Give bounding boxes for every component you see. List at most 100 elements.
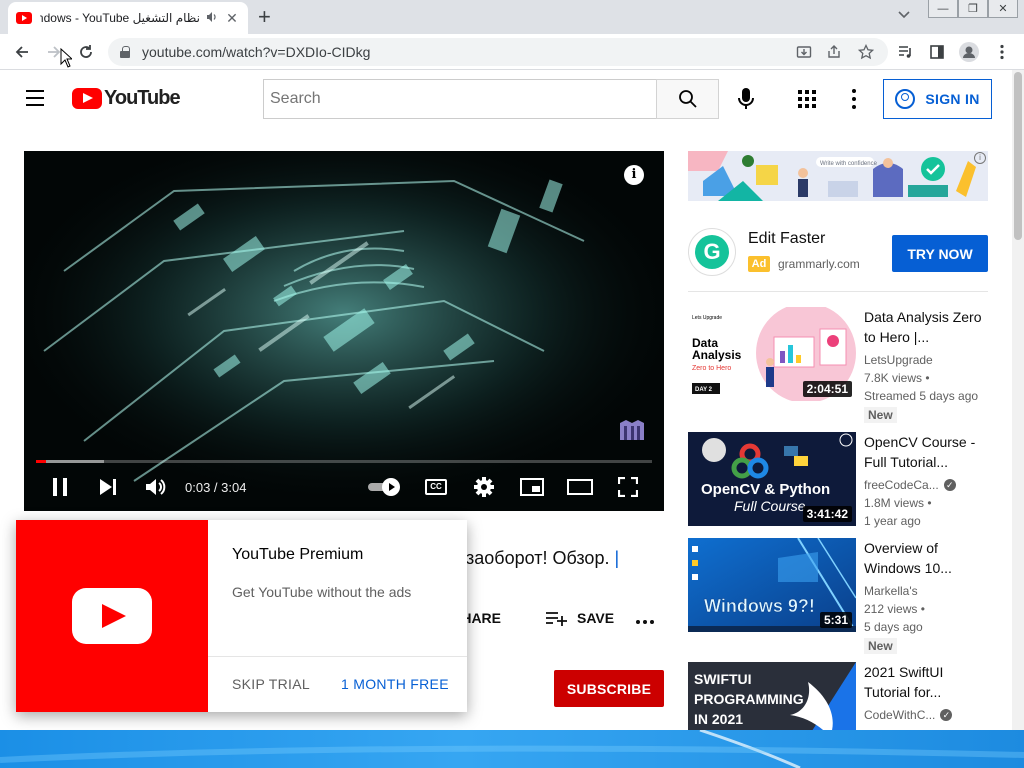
publish-age: 5 days ago	[864, 620, 923, 634]
settings-gear-icon[interactable]	[472, 475, 496, 499]
recommendation-title[interactable]: Data Analysis Zero to Hero |...	[864, 307, 988, 347]
one-month-free-button[interactable]: 1 MONTH FREE	[341, 676, 449, 692]
video-progress-bar[interactable]	[36, 460, 652, 463]
save-to-playlist-button[interactable]: SAVE	[545, 610, 614, 626]
ad-info-icon[interactable]: i	[974, 152, 986, 164]
channel-name-text: Markella's	[864, 584, 918, 598]
ad-card[interactable]: G Edit Faster Ad grammarly.com TRY NOW	[688, 228, 988, 278]
thumb-brand: Lets Upgrade	[692, 315, 722, 321]
fullscreen-icon[interactable]	[616, 475, 640, 499]
restore-icon[interactable]: ❐	[958, 0, 988, 18]
new-badge: New	[864, 638, 897, 654]
hamburger-menu-icon[interactable]	[26, 90, 46, 106]
page-scrollbar[interactable]	[1012, 70, 1024, 730]
thumb-title-line-2: PROGRAMMING	[694, 691, 804, 707]
premium-popup-title: YouTube Premium	[232, 546, 364, 563]
video-title-hashtag[interactable]: |	[614, 548, 619, 568]
recommendation-thumbnail[interactable]: SWIFTUI PROGRAMMING IN 2021	[688, 662, 856, 730]
verified-check-icon: ✓	[943, 479, 956, 491]
side-panel-icon[interactable]	[925, 40, 949, 64]
volume-icon[interactable]	[144, 475, 168, 499]
youtube-logo-large-icon	[72, 588, 152, 644]
browser-tab-strip: نظام التشغيل Windows - YouTube ✕ + — ❐ ✕	[0, 0, 1024, 34]
minimize-icon[interactable]: —	[928, 0, 958, 18]
youtube-logo[interactable]: YouTube	[72, 87, 181, 110]
bookmark-star-icon[interactable]	[854, 40, 878, 64]
video-frame	[24, 151, 664, 511]
ad-badge: Ad	[748, 256, 770, 272]
install-app-icon[interactable]	[792, 40, 816, 64]
sign-in-label: SIGN IN	[925, 91, 980, 107]
thumb-title-line-3: IN 2021	[694, 711, 743, 727]
back-arrow-icon[interactable]	[10, 40, 34, 64]
view-count: 212 views •	[864, 602, 925, 616]
sign-in-button[interactable]: SIGN IN	[883, 79, 992, 119]
time-current: 0:03	[185, 480, 211, 495]
ad-title: Edit Faster	[748, 230, 826, 247]
try-now-button[interactable]: TRY NOW	[892, 235, 988, 272]
tab-search-chevron-down-icon[interactable]	[898, 8, 910, 22]
recommendation-item[interactable]: SWIFTUI PROGRAMMING IN 2021 2021 SwiftUI…	[688, 662, 988, 730]
premium-popup-divider	[208, 656, 467, 657]
search-button[interactable]	[656, 79, 719, 119]
more-actions-icon[interactable]	[636, 620, 654, 624]
autoplay-toggle[interactable]	[368, 478, 402, 496]
thumb-day-label: DAY 2	[695, 387, 713, 393]
apps-grid-icon[interactable]	[798, 90, 816, 108]
scrollbar-thumb[interactable]	[1014, 72, 1022, 240]
playlist-add-icon	[546, 612, 567, 626]
view-count: 1.8M views •	[864, 496, 932, 510]
video-duration: 5:31	[819, 612, 852, 628]
recommendation-thumbnail[interactable]: Windows 9?! 5:31	[688, 538, 856, 632]
video-player[interactable]: i 0:03 / 3:04 CC	[24, 151, 664, 511]
recommendation-item[interactable]: OpenCV & Python Full Course 3:41:42 Open…	[688, 432, 988, 532]
speaker-icon[interactable]	[206, 11, 218, 26]
settings-more-vert-icon[interactable]	[852, 89, 856, 109]
subtitles-cc-button[interactable]: CC	[425, 479, 447, 495]
recommendation-title[interactable]: OpenCV Course - Full Tutorial...	[864, 432, 988, 472]
account-circle-icon	[895, 89, 916, 109]
tab-close-icon[interactable]: ✕	[224, 10, 240, 27]
share-page-icon[interactable]	[822, 40, 846, 64]
ad-banner-text: Write with confidence	[820, 161, 878, 167]
window-close-icon[interactable]: ✕	[988, 0, 1018, 18]
browser-menu-icon[interactable]	[990, 40, 1014, 64]
new-tab-plus-icon[interactable]: +	[258, 4, 271, 30]
theater-mode-icon[interactable]	[566, 475, 594, 499]
address-bar[interactable]: youtube.com/watch?v=DXDIo-CIDkg	[108, 38, 888, 66]
channel-name[interactable]: LetsUpgrade	[864, 351, 988, 369]
profile-avatar-icon[interactable]	[957, 40, 981, 64]
player-controls: 0:03 / 3:04 CC	[24, 469, 664, 505]
voice-search-mic-icon[interactable]	[736, 88, 756, 110]
channel-name[interactable]: Markella's	[864, 582, 988, 600]
channel-name[interactable]: freeCodeCa... ✓	[864, 476, 988, 494]
thumb-title-line-1: Windows 9?!	[704, 596, 815, 616]
channel-name-text: LetsUpgrade	[864, 353, 933, 367]
media-controls-icon[interactable]	[893, 40, 917, 64]
recommendation-title[interactable]: Overview of Windows 10...	[864, 538, 988, 578]
recommendation-thumbnail[interactable]: OpenCV & Python Full Course 3:41:42	[688, 432, 856, 526]
recommendation-thumbnail[interactable]: Lets Upgrade Data Analysis Zero to Hero …	[688, 307, 856, 401]
recommendation-item[interactable]: Windows 9?! 5:31 Overview of Windows 10.…	[688, 538, 988, 654]
miniplayer-icon[interactable]	[519, 475, 545, 499]
grammarly-logo-icon: G	[688, 228, 736, 276]
video-title-text: заоборот! Обзор.	[466, 548, 615, 568]
channel-name[interactable]: CodeWithC... ✓	[864, 706, 988, 724]
lock-icon[interactable]	[120, 46, 130, 58]
next-video-icon[interactable]	[97, 475, 119, 499]
recommendation-item[interactable]: Lets Upgrade Data Analysis Zero to Hero …	[688, 307, 988, 423]
ad-banner-image[interactable]: Write with confidence	[688, 151, 988, 201]
search-icon	[678, 90, 697, 108]
channel-watermark-icon[interactable]	[619, 419, 645, 441]
channel-name-text: freeCodeCa...	[864, 478, 939, 492]
search-box[interactable]	[263, 79, 657, 119]
search-input[interactable]	[270, 90, 656, 108]
recommendation-title[interactable]: 2021 SwiftUI Tutorial for...	[864, 662, 988, 702]
url-text: youtube.com/watch?v=DXDIo-CIDkg	[142, 44, 371, 60]
browser-tab-active[interactable]: نظام التشغيل Windows - YouTube ✕	[8, 2, 248, 34]
video-info-icon[interactable]: i	[624, 165, 644, 185]
reload-icon[interactable]	[74, 40, 98, 64]
skip-trial-button[interactable]: SKIP TRIAL	[232, 676, 310, 692]
pause-icon[interactable]	[50, 475, 70, 499]
subscribe-button[interactable]: SUBSCRIBE	[554, 670, 664, 707]
